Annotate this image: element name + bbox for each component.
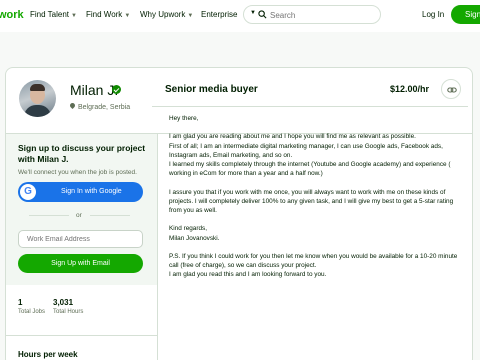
hourly-rate: $12.00/hr xyxy=(390,84,430,94)
link-icon xyxy=(447,87,457,93)
job-title: Senior media buyer xyxy=(165,84,258,95)
bio-spacer xyxy=(169,243,459,252)
bio-line: Hey there, xyxy=(169,115,199,122)
google-signin-button[interactable]: G Sign In with Google xyxy=(18,182,143,202)
nav-why-upwork-label: Why Upwork xyxy=(140,10,186,19)
nav-find-talent[interactable]: Find Talent ▼ xyxy=(30,10,77,19)
chevron-down-icon: ▼ xyxy=(124,13,131,19)
chevron-down-icon: ▼ xyxy=(71,13,77,19)
bio-line: I am glad you read this and I am looking… xyxy=(169,271,327,279)
bio-line: P.S. If you think I could work for you t… xyxy=(169,253,458,270)
divider xyxy=(6,335,157,336)
hours-per-week-heading: Hours per week xyxy=(18,350,78,359)
total-jobs-label: Total Jobs xyxy=(18,309,46,315)
column-divider xyxy=(157,134,158,360)
email-field[interactable] xyxy=(18,230,143,248)
upwork-logo[interactable]: work xyxy=(0,9,24,21)
cta-title: Sign up to discuss your project with Mil… xyxy=(18,143,146,164)
location-pin-icon xyxy=(68,101,77,110)
google-signin-label: Sign In with Google xyxy=(61,188,122,195)
share-link-button[interactable] xyxy=(441,79,461,99)
or-separator: or xyxy=(76,212,82,219)
location: Belgrade, Serbia xyxy=(68,101,131,111)
bio-spacer xyxy=(169,215,459,224)
bio-spacer xyxy=(169,178,459,187)
login-link[interactable]: Log In xyxy=(422,10,444,19)
bio-line: I learned my skills completely through t… xyxy=(169,161,451,178)
nav-enterprise[interactable]: Enterprise xyxy=(201,10,237,19)
bio-line: I assure you that if you work with me on… xyxy=(169,188,454,215)
search-icon xyxy=(258,10,267,19)
top-navigation: work Find Talent ▼ Find Work ▼ Why Upwork ▼… xyxy=(0,0,480,32)
freelancer-name: Milan J. xyxy=(70,82,119,98)
bio-line: I am glad you are reading about me and I… xyxy=(169,133,416,141)
left-sidebar: Sign up to discuss your project with Mil… xyxy=(6,134,157,360)
chevron-down-icon: ▼ xyxy=(187,13,194,19)
total-hours-label: Total Hours xyxy=(53,309,84,315)
divider xyxy=(29,215,69,216)
search-bar[interactable]: ▼ xyxy=(243,5,381,24)
nav-find-work[interactable]: Find Work ▼ xyxy=(86,10,130,19)
divider xyxy=(90,215,130,216)
profile-overview: Hey there, I am glad you are reading abo… xyxy=(169,114,459,280)
total-hours-value: 3,031 xyxy=(53,298,74,307)
avatar xyxy=(19,80,56,117)
signup-cta-panel: Sign up to discuss your project with Mil… xyxy=(6,134,157,285)
bio-spacer xyxy=(169,123,459,132)
total-jobs-value: 1 xyxy=(18,298,23,307)
job-divider xyxy=(152,106,468,107)
cta-subtitle: We'll connect you when the job is posted… xyxy=(18,169,137,176)
signup-email-button[interactable]: Sign Up with Email xyxy=(18,254,143,273)
signup-button[interactable]: Sign xyxy=(451,5,480,24)
nav-find-talent-label: Find Talent xyxy=(30,10,69,19)
chevron-down-icon[interactable]: ▼ xyxy=(250,10,256,16)
verified-badge-icon xyxy=(112,85,121,94)
location-text: Belgrade, Serbia xyxy=(78,104,131,111)
nav-find-work-label: Find Work xyxy=(86,10,123,19)
bio-line: Kind regards, xyxy=(169,225,208,233)
search-input[interactable] xyxy=(270,9,370,21)
google-icon: G xyxy=(20,184,36,200)
bio-line: Milan Jovanovski. xyxy=(169,234,220,242)
nav-why-upwork[interactable]: Why Upwork ▼ xyxy=(140,10,193,19)
bio-line: First of all; I am an intermediate digit… xyxy=(169,142,443,159)
nav-enterprise-label: Enterprise xyxy=(201,10,238,19)
